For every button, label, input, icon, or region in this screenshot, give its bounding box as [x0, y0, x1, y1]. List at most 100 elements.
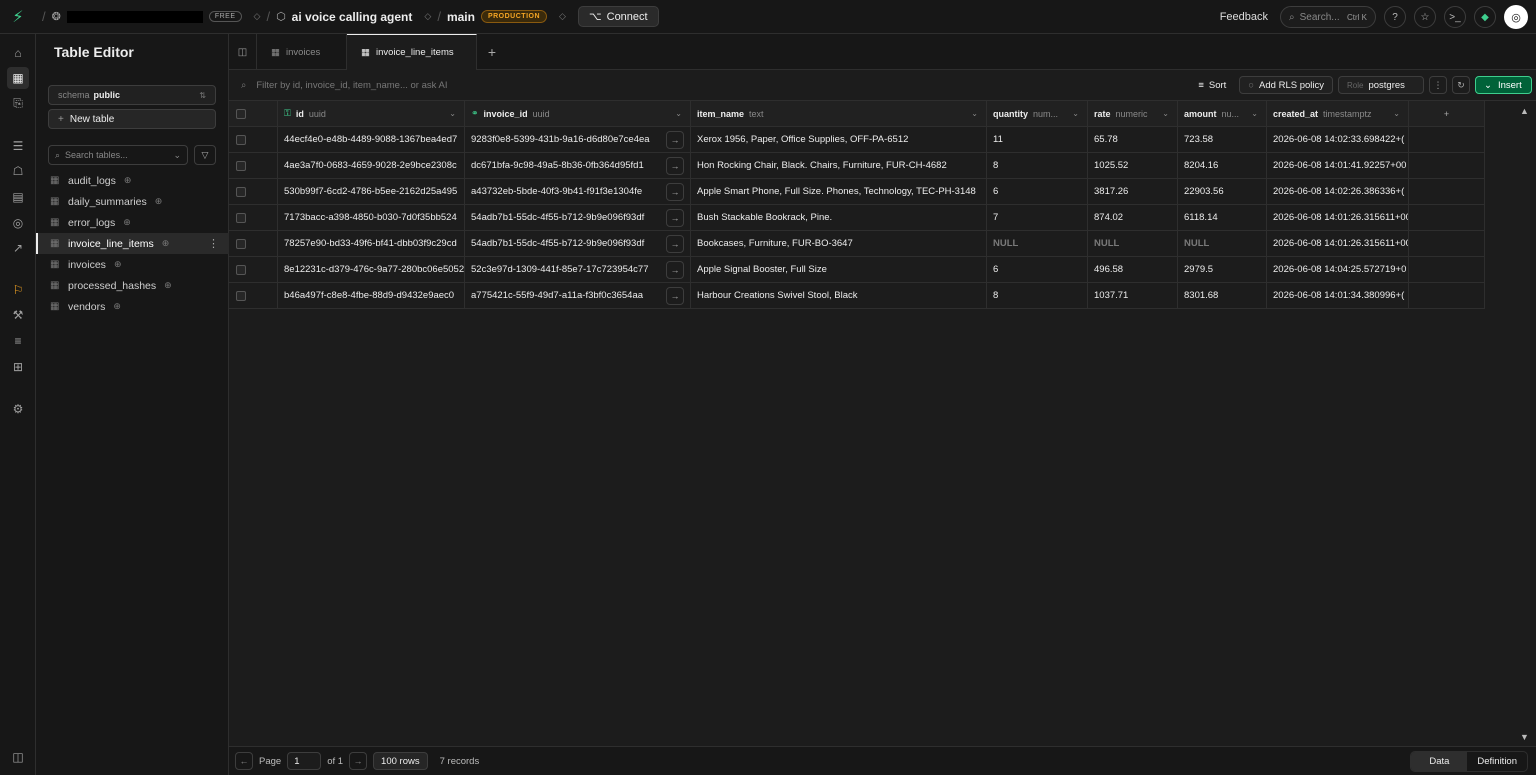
- cell-amount[interactable]: 8204.16: [1178, 153, 1267, 178]
- row-checkbox[interactable]: [236, 264, 246, 275]
- chevron-down-icon[interactable]: ⌄: [971, 109, 978, 118]
- settings-gear-icon[interactable]: ⚙: [7, 398, 29, 420]
- data-view-button[interactable]: Data: [1411, 752, 1468, 771]
- rows-per-page-select[interactable]: 100 rows: [373, 752, 428, 770]
- cell-rate[interactable]: 1037.71: [1088, 283, 1178, 308]
- arrow-right-icon[interactable]: →: [666, 286, 684, 305]
- cell-quantity[interactable]: 6: [987, 179, 1088, 204]
- table-item-invoices[interactable]: ▦ invoices ⊕: [36, 254, 229, 275]
- avatar[interactable]: ◎: [1504, 5, 1528, 29]
- chevron-down-icon[interactable]: ⌄: [675, 109, 682, 118]
- prev-page-button[interactable]: ←: [235, 752, 253, 770]
- arrow-right-icon[interactable]: →: [666, 234, 684, 253]
- chevron-down-icon[interactable]: ⌄: [173, 150, 181, 161]
- tab-invoice-line-items[interactable]: ▦ invoice_line_items: [347, 34, 477, 70]
- home-icon[interactable]: ⌂: [7, 42, 29, 64]
- cell-quantity[interactable]: 8: [987, 283, 1088, 308]
- lightbulb-icon[interactable]: ☆: [1414, 6, 1436, 28]
- add-tab-button[interactable]: +: [477, 34, 507, 70]
- cell-rate[interactable]: 874.02: [1088, 205, 1178, 230]
- integrations-icon[interactable]: ⊞: [7, 356, 29, 378]
- logs-icon[interactable]: ≡: [7, 330, 29, 352]
- table-item-processed-hashes[interactable]: ▦ processed_hashes ⊕: [36, 275, 229, 296]
- cell-item-name[interactable]: Hon Rocking Chair, Black. Chairs, Furnit…: [691, 153, 987, 178]
- cell-amount[interactable]: 6118.14: [1178, 205, 1267, 230]
- column-header-quantity[interactable]: quantity num... ⌄: [987, 101, 1088, 126]
- cell-created-at[interactable]: 2026-06-08 14:01:26.315611+00: [1267, 231, 1409, 256]
- advisors-icon[interactable]: ⚐: [7, 279, 29, 301]
- table-item-invoice-line-items[interactable]: ▦ invoice_line_items ⊕ ⋮: [36, 233, 229, 254]
- cell-amount[interactable]: 8301.68: [1178, 283, 1267, 308]
- filter-input[interactable]: ⌕ Filter by id, invoice_id, item_name...…: [229, 80, 447, 91]
- cell-item-name[interactable]: Apple Smart Phone, Full Size. Phones, Te…: [691, 179, 987, 204]
- more-vertical-icon[interactable]: ⋮: [208, 237, 219, 250]
- row-checkbox[interactable]: [236, 134, 246, 145]
- cell-quantity[interactable]: 11: [987, 127, 1088, 152]
- tab-invoices[interactable]: ▦ invoices: [257, 34, 347, 70]
- auth-lock-icon[interactable]: ☖: [7, 160, 29, 182]
- cell-invoice-id[interactable]: 9283f0e8-5399-431b-9a16-d6d80e7ce4ea →: [465, 127, 691, 152]
- cell-invoice-id[interactable]: 54adb7b1-55dc-4f55-b712-9b9e096f93df →: [465, 205, 691, 230]
- table-item-error-logs[interactable]: ▦ error_logs ⊕: [36, 212, 229, 233]
- next-page-button[interactable]: →: [349, 752, 368, 770]
- vertical-scrollbar[interactable]: ▲ ▼: [1520, 106, 1530, 746]
- arrow-right-icon[interactable]: →: [666, 182, 684, 201]
- cell-invoice-id[interactable]: 54adb7b1-55dc-4f55-b712-9b9e096f93df →: [465, 231, 691, 256]
- cell-created-at[interactable]: 2026-06-08 14:02:33.698422+(: [1267, 127, 1409, 152]
- add-rls-policy-button[interactable]: ○ Add RLS policy: [1239, 76, 1333, 94]
- schema-select[interactable]: schema public ⇅: [48, 85, 216, 105]
- cell-id[interactable]: b46a497f-c8e8-4fbe-88d9-d9432e9aec0: [278, 283, 465, 308]
- cell-id[interactable]: 7173bacc-a398-4850-b030-7d0f35bb524: [278, 205, 465, 230]
- row-checkbox[interactable]: [236, 238, 246, 249]
- row-checkbox[interactable]: [236, 186, 246, 197]
- cell-created-at[interactable]: 2026-06-08 14:02:26.386336+(: [1267, 179, 1409, 204]
- column-header-invoice-id[interactable]: ⚭ invoice_id uuid ⌄: [465, 101, 691, 126]
- cell-rate[interactable]: NULL: [1088, 231, 1178, 256]
- global-search[interactable]: ⌕ Search... Ctrl K: [1280, 6, 1376, 28]
- cell-rate[interactable]: 3817.26: [1088, 179, 1178, 204]
- cell-amount[interactable]: NULL: [1178, 231, 1267, 256]
- chevron-down-icon[interactable]: ⌄: [1072, 109, 1079, 118]
- table-row[interactable]: 4ae3a7f0-0683-4659-9028-2e9bce2308c dc671…: [229, 153, 1485, 179]
- cell-quantity[interactable]: 7: [987, 205, 1088, 230]
- table-item-daily-summaries[interactable]: ▦ daily_summaries ⊕: [36, 191, 229, 212]
- realtime-icon[interactable]: ◎: [7, 212, 29, 234]
- column-header-amount[interactable]: amount nu... ⌄: [1178, 101, 1267, 126]
- cell-quantity[interactable]: 8: [987, 153, 1088, 178]
- search-tables-input[interactable]: ⌕ Search tables... ⌄: [48, 145, 188, 165]
- row-checkbox[interactable]: [236, 212, 246, 223]
- cell-rate[interactable]: 496.58: [1088, 257, 1178, 282]
- column-header-rate[interactable]: rate numeric ⌄: [1088, 101, 1178, 126]
- cell-item-name[interactable]: Apple Signal Booster, Full Size: [691, 257, 987, 282]
- cell-created-at[interactable]: 2026-06-08 14:04:25.572719+0: [1267, 257, 1409, 282]
- cell-invoice-id[interactable]: a775421c-55f9-49d7-a11a-f3bf0c3654aa →: [465, 283, 691, 308]
- cell-quantity[interactable]: 6: [987, 257, 1088, 282]
- connect-button[interactable]: ⌥ Connect: [577, 6, 659, 27]
- chevron-down-icon[interactable]: ⌄: [449, 109, 456, 118]
- cell-id[interactable]: 4ae3a7f0-0683-4659-9028-2e9bce2308c: [278, 153, 465, 178]
- cell-invoice-id[interactable]: a43732eb-5bde-40f3-9b41-f91f3e1304fe →: [465, 179, 691, 204]
- cell-created-at[interactable]: 2026-06-08 14:01:41.92257+00: [1267, 153, 1409, 178]
- sidebar-toggle-icon[interactable]: ◫: [229, 34, 257, 70]
- cell-invoice-id[interactable]: 52c3e97d-1309-441f-85e7-17c723954c77 →: [465, 257, 691, 282]
- cell-quantity[interactable]: NULL: [987, 231, 1088, 256]
- table-editor-icon[interactable]: ▦: [7, 67, 29, 89]
- sort-button[interactable]: ≡ Sort: [1190, 80, 1234, 91]
- arrow-right-icon[interactable]: →: [666, 208, 684, 227]
- cell-item-name[interactable]: Bookcases, Furniture, FUR-BO-3647: [691, 231, 987, 256]
- add-column-button[interactable]: +: [1409, 101, 1485, 126]
- edge-functions-icon[interactable]: ↗: [7, 237, 29, 259]
- role-select[interactable]: Role postgres: [1338, 76, 1424, 94]
- cell-invoice-id[interactable]: dc671bfa-9c98-49a5-8b36-0fb364d95fd1 →: [465, 153, 691, 178]
- refresh-icon[interactable]: ↻: [1452, 76, 1470, 94]
- table-row[interactable]: b46a497f-c8e8-4fbe-88d9-d9432e9aec0 a7754…: [229, 283, 1485, 309]
- scroll-down-icon[interactable]: ▼: [1520, 732, 1529, 742]
- table-item-audit-logs[interactable]: ▦ audit_logs ⊕: [36, 170, 229, 191]
- table-row[interactable]: 8e12231c-d379-476c-9a77-280bc06e5052 52c3…: [229, 257, 1485, 283]
- cell-amount[interactable]: 2979.5: [1178, 257, 1267, 282]
- cell-amount[interactable]: 723.58: [1178, 127, 1267, 152]
- cell-item-name[interactable]: Xerox 1956, Paper, Office Supplies, OFF-…: [691, 127, 987, 152]
- feedback-button[interactable]: Feedback: [1220, 11, 1268, 23]
- collapse-sidebar-icon[interactable]: ◫: [7, 746, 29, 768]
- sql-editor-icon[interactable]: ⎘: [7, 92, 29, 114]
